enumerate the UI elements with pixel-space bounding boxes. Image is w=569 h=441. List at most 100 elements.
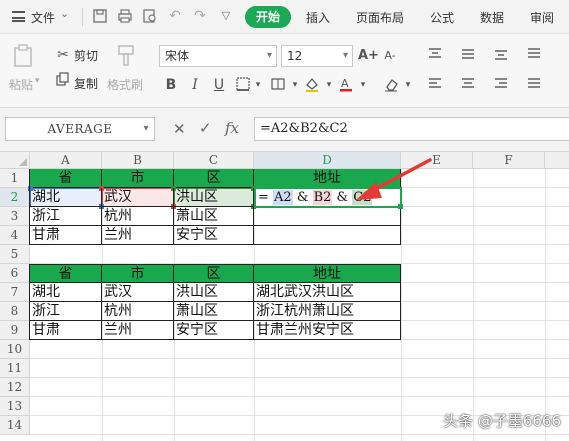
align-justify-icon[interactable] <box>526 46 542 64</box>
chevron-down-icon[interactable]: ⌄ <box>60 7 69 20</box>
row-header-8[interactable]: 8 <box>0 302 30 321</box>
cut-label[interactable]: 剪切 <box>74 47 98 64</box>
copy-icon[interactable] <box>55 72 71 90</box>
tab-review[interactable]: 审阅 <box>530 9 554 26</box>
align-center-icon[interactable] <box>460 76 476 94</box>
align-top-icon[interactable] <box>427 46 443 64</box>
row-header-4[interactable]: 4 <box>0 226 30 245</box>
tab-formulas[interactable]: 公式 <box>430 9 454 26</box>
col-header-a[interactable]: A <box>30 152 102 169</box>
shrink-font-icon[interactable]: A- <box>380 47 400 65</box>
table1-header-city[interactable]: 市 <box>102 169 174 188</box>
print-preview-icon[interactable] <box>142 8 158 24</box>
eraser-icon[interactable] <box>383 76 399 94</box>
row-header-5[interactable]: 5 <box>0 245 30 264</box>
table1-header-district[interactable]: 区 <box>174 169 254 188</box>
undo-icon[interactable]: ↶ <box>167 8 183 24</box>
row-header-6[interactable]: 6 <box>0 264 30 283</box>
table2-cell[interactable]: 甘肃 <box>30 321 102 340</box>
border-icon[interactable] <box>235 76 251 94</box>
chevron-down-icon[interactable]: ▾ <box>35 76 40 86</box>
print-icon[interactable] <box>117 8 133 24</box>
table2-cell[interactable]: 湖北武汉洪山区 <box>254 283 401 302</box>
table1-cell[interactable]: 甘肃 <box>30 226 102 245</box>
row-header-7[interactable]: 7 <box>0 283 30 302</box>
table1-header-province[interactable]: 省 <box>30 169 102 188</box>
table1-cell[interactable]: 湖北 <box>30 188 102 207</box>
align-middle-icon[interactable] <box>460 46 476 64</box>
table1-cell[interactable]: 浙江 <box>30 207 102 226</box>
row-header-1[interactable]: 1 <box>0 169 30 188</box>
bold-icon[interactable]: B <box>163 76 179 94</box>
name-box[interactable]: AVERAGE ▾ <box>5 117 155 141</box>
tab-page-layout[interactable]: 页面布局 <box>356 9 404 26</box>
file-menu[interactable]: 文件 <box>31 9 55 26</box>
underline-icon[interactable]: U <box>211 76 227 94</box>
fill-color-icon[interactable] <box>304 76 320 94</box>
grow-font-icon[interactable]: A+ <box>358 47 379 65</box>
row-header-13[interactable]: 13 <box>0 397 30 416</box>
table1-cell[interactable]: 安宁区 <box>174 226 254 245</box>
row-header-12[interactable]: 12 <box>0 378 30 397</box>
menu-icon[interactable] <box>12 11 25 22</box>
paste-icon[interactable] <box>12 44 34 68</box>
col-header-c[interactable]: C <box>174 152 254 169</box>
format-painter-label[interactable]: 格式刷 <box>107 76 143 93</box>
align-right-icon[interactable] <box>493 76 509 94</box>
table2-header-district[interactable]: 区 <box>174 264 254 283</box>
font-name-select[interactable]: 宋体 ▾ <box>159 45 277 67</box>
table2-header-city[interactable]: 市 <box>102 264 174 283</box>
spreadsheet-grid[interactable]: A B C D E F 1 2 3 4 5 6 7 8 9 10 11 12 1… <box>0 152 569 441</box>
table2-header-address[interactable]: 地址 <box>254 264 401 283</box>
cancel-icon[interactable]: ✕ <box>173 120 186 138</box>
table1-cell[interactable]: 兰州 <box>102 226 174 245</box>
tab-insert[interactable]: 插入 <box>306 9 330 26</box>
formula-input[interactable]: =A2&B2&C2 <box>254 117 569 141</box>
row-header-3[interactable]: 3 <box>0 207 30 226</box>
fx-icon[interactable]: fx <box>225 119 239 137</box>
tab-data[interactable]: 数据 <box>480 9 504 26</box>
table1-cell[interactable] <box>254 226 401 245</box>
table2-cell[interactable]: 浙江杭州萧山区 <box>254 302 401 321</box>
table2-cell[interactable]: 杭州 <box>102 302 174 321</box>
distributed-align-icon[interactable] <box>526 76 542 94</box>
align-bottom-icon[interactable] <box>493 46 509 64</box>
row-header-9[interactable]: 9 <box>0 321 30 340</box>
format-painter-icon[interactable] <box>116 44 136 68</box>
chevron-down-icon[interactable]: ▾ <box>355 76 371 94</box>
accept-icon[interactable]: ✓ <box>199 119 212 137</box>
table2-cell[interactable]: 甘肃兰州安宁区 <box>254 321 401 340</box>
table2-cell[interactable]: 浙江 <box>30 302 102 321</box>
table1-cell[interactable]: 杭州 <box>102 207 174 226</box>
chevron-down-icon[interactable]: ▾ <box>287 76 303 94</box>
table2-cell[interactable]: 武汉 <box>102 283 174 302</box>
table2-cell[interactable]: 兰州 <box>102 321 174 340</box>
copy-label[interactable]: 复制 <box>74 75 98 92</box>
row-header-14[interactable]: 14 <box>0 416 30 435</box>
redo-icon[interactable]: ↷ <box>192 8 208 24</box>
col-header-f[interactable]: F <box>473 152 545 169</box>
tab-home[interactable]: 开始 <box>245 6 291 28</box>
chevron-down-icon[interactable]: ▾ <box>250 76 266 94</box>
table2-header-province[interactable]: 省 <box>30 264 102 283</box>
select-all-corner[interactable] <box>0 152 30 169</box>
table1-cell[interactable]: 武汉 <box>102 188 174 207</box>
col-header-b[interactable]: B <box>102 152 174 169</box>
row-header-11[interactable]: 11 <box>0 359 30 378</box>
font-color-icon[interactable]: A <box>338 76 354 94</box>
chevron-down-icon[interactable]: ▽ <box>218 8 234 24</box>
merge-icon[interactable] <box>270 76 286 94</box>
table1-cell[interactable]: 洪山区 <box>174 188 254 207</box>
chevron-down-icon[interactable]: ▾ <box>321 76 337 94</box>
row-header-2[interactable]: 2 <box>0 188 30 207</box>
scissors-icon[interactable]: ✂ <box>55 46 71 64</box>
table2-cell[interactable]: 洪山区 <box>174 283 254 302</box>
col-header-g[interactable] <box>545 152 569 169</box>
table2-cell[interactable]: 安宁区 <box>174 321 254 340</box>
table2-cell[interactable]: 萧山区 <box>174 302 254 321</box>
table2-cell[interactable]: 湖北 <box>30 283 102 302</box>
paste-label[interactable]: 粘贴 <box>9 76 33 93</box>
chevron-down-icon[interactable]: ▾ <box>400 76 416 94</box>
row-header-10[interactable]: 10 <box>0 340 30 359</box>
italic-icon[interactable]: I <box>187 76 203 94</box>
